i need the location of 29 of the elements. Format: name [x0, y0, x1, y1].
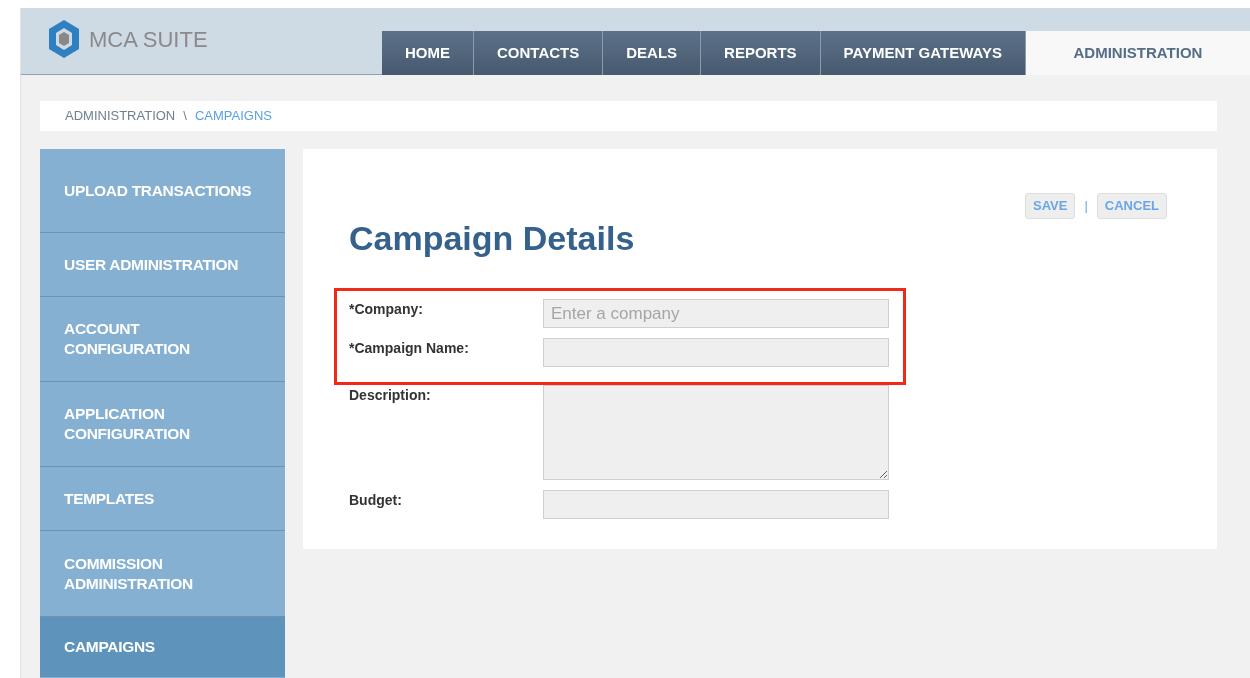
sidebar-item[interactable]: TEMPLATES	[40, 467, 285, 531]
sidebar-item[interactable]: ACCOUNT CONFIGURATION	[40, 297, 285, 382]
page-title: Campaign Details	[349, 218, 636, 259]
field-label: *Company:	[349, 300, 424, 319]
nav-tab[interactable]: DEALS	[603, 31, 702, 75]
breadcrumb-link[interactable]: CAMPAIGNS	[194, 106, 272, 126]
sidebar-item[interactable]: APPLICATION CONFIGURATION	[40, 382, 285, 467]
hexagon-logo-icon	[47, 19, 81, 59]
sidebar-item[interactable]: CAMPAIGNS	[40, 617, 285, 677]
field-label: Description:	[349, 386, 432, 405]
field-label: *Campaign Name:	[349, 339, 470, 358]
action-separator: |	[1084, 197, 1088, 215]
cancel-button[interactable]: CANCEL	[1096, 193, 1167, 219]
field-label: Budget:	[349, 491, 403, 510]
sidebar-item[interactable]: UPLOAD TRANSACTIONS	[40, 149, 285, 233]
save-button[interactable]: SAVE	[1025, 193, 1076, 219]
input-field[interactable]: Enter a company	[543, 299, 889, 328]
sidebar-item[interactable]: USER ADMINISTRATION	[40, 233, 285, 297]
text-area[interactable]	[543, 385, 889, 480]
nav-tab[interactable]: PAYMENT GATEWAYS	[820, 31, 1026, 75]
nav-tab[interactable]: REPORTS	[701, 31, 821, 75]
nav-tab[interactable]: ADMINISTRATION	[1025, 31, 1250, 75]
app-name: MCA SUITE	[89, 25, 208, 54]
breadcrumb-link[interactable]: ADMINISTRATION	[65, 106, 176, 126]
input-field[interactable]	[543, 338, 889, 367]
input-field[interactable]	[543, 490, 889, 519]
nav-tab[interactable]: CONTACTS	[474, 31, 604, 75]
breadcrumb-separator: \	[183, 107, 187, 126]
nav-tab[interactable]: HOME	[382, 31, 474, 75]
